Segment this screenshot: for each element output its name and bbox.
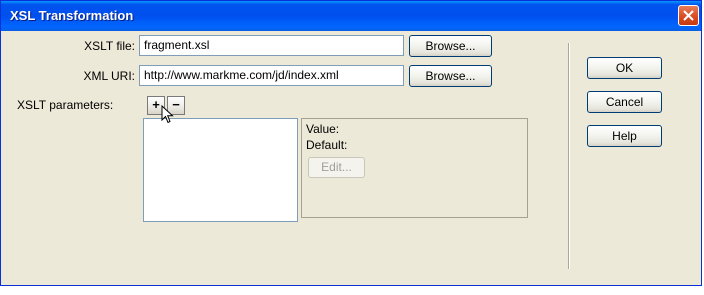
xslt-file-label: XSLT file: <box>84 39 135 53</box>
close-button[interactable] <box>678 5 699 26</box>
dialog-body: XSLT file: fragment.xsl Browse... XML UR… <box>7 31 695 279</box>
xslt-parameters-label: XSLT parameters: <box>17 98 114 112</box>
edit-button[interactable]: Edit... <box>308 157 365 178</box>
cancel-button[interactable]: Cancel <box>587 91 662 113</box>
parameter-details-group: Value: Default: Edit... <box>301 118 528 218</box>
parameters-list[interactable] <box>143 118 298 222</box>
vertical-separator <box>568 43 569 269</box>
ok-button[interactable]: OK <box>587 57 662 79</box>
xslt-file-input[interactable]: fragment.xsl <box>139 35 404 56</box>
browse-xslt-button[interactable]: Browse... <box>409 35 492 57</box>
default-label: Default: <box>306 138 348 152</box>
close-icon <box>683 10 694 21</box>
value-label: Value: <box>306 122 340 136</box>
xsl-transformation-dialog: XSL Transformation XSLT file: fragment.x… <box>0 0 702 286</box>
help-button[interactable]: Help <box>587 125 662 147</box>
xml-uri-label: XML URI: <box>83 69 135 83</box>
title-bar[interactable]: XSL Transformation <box>1 1 701 31</box>
xml-uri-input[interactable]: http://www.markme.com/jd/index.xml <box>139 65 404 86</box>
dialog-title: XSL Transformation <box>10 8 134 23</box>
mouse-pointer-icon <box>161 105 174 124</box>
browse-xml-button[interactable]: Browse... <box>409 65 492 87</box>
